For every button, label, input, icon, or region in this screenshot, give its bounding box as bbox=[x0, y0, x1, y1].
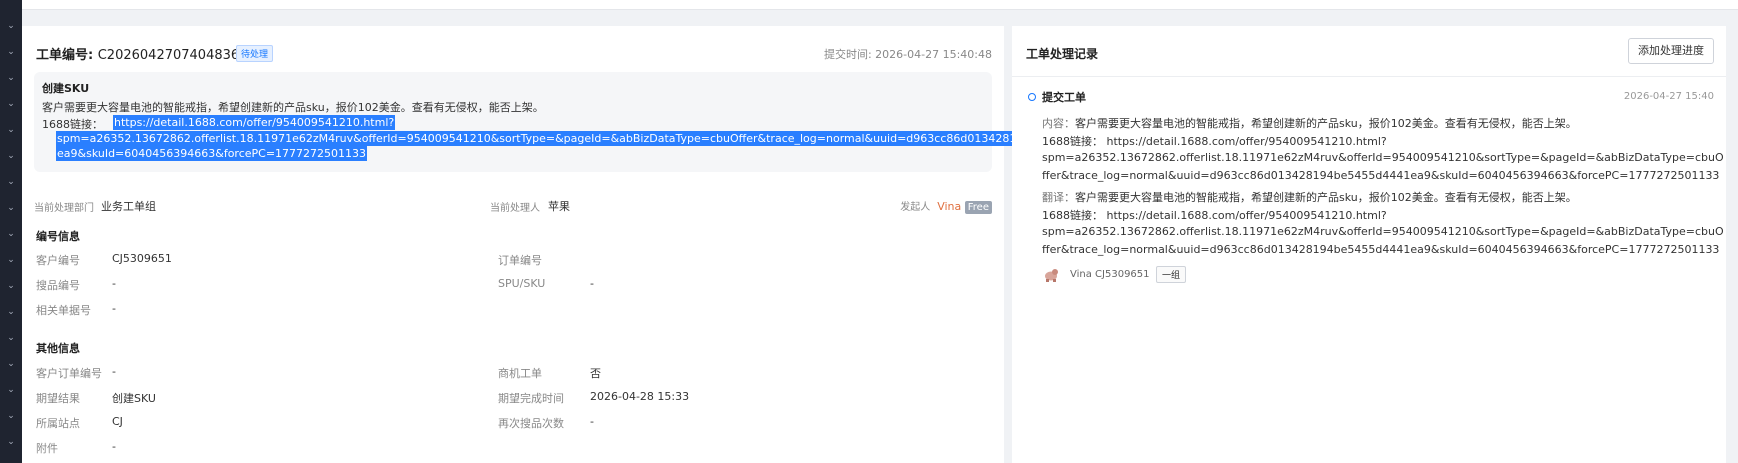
chevron-down-icon[interactable]: ⌄ bbox=[0, 203, 22, 213]
other-info-title: 其他信息 bbox=[36, 342, 80, 355]
record-name: 提交工单 bbox=[1042, 91, 1086, 104]
person-label: 当前处理人 bbox=[490, 203, 540, 214]
plan-badge: Free bbox=[964, 201, 992, 214]
product-link[interactable]: spm=a26352.13672862.offerlist.18.11971e6… bbox=[56, 131, 1109, 146]
order-no-label: 订单编号 bbox=[498, 254, 542, 267]
site-value: CJ bbox=[112, 415, 123, 428]
record-time: 2026-04-27 15:40 bbox=[1623, 91, 1714, 102]
product-link[interactable]: https://detail.1688.com/offer/9540095412… bbox=[113, 115, 396, 130]
chevron-down-icon[interactable]: ⌄ bbox=[0, 255, 22, 265]
expected-time-label: 期望完成时间 bbox=[498, 392, 564, 405]
records-title: 工单处理记录 bbox=[1026, 47, 1099, 61]
timeline-dot-icon bbox=[1028, 93, 1036, 101]
ticket-title-label: 工单编号: bbox=[36, 48, 94, 63]
expected-time-value: 2026-04-28 15:33 bbox=[590, 390, 690, 403]
chevron-down-icon[interactable]: ⌄ bbox=[0, 99, 22, 109]
record-translation-link: 1688链接： https://detail.1688.com/offer/95… bbox=[1042, 207, 1387, 223]
description-text: 客户需要更大容量电池的智能戒指，希望创建新的产品sku，报价102美金。查看有无… bbox=[42, 101, 544, 114]
chevron-down-icon[interactable]: ⌄ bbox=[0, 73, 22, 83]
expected-result-value: 创建SKU bbox=[112, 392, 156, 405]
record-user: Vina CJ5309651 bbox=[1070, 269, 1150, 280]
avatar-icon bbox=[1045, 269, 1058, 282]
translation-label: 翻译： bbox=[1042, 191, 1075, 204]
record-content: 内容：客户需要更大容量电池的智能戒指，希望创建新的产品sku，报价102美金。查… bbox=[1042, 115, 1577, 131]
group-tag: 一组 bbox=[1156, 266, 1187, 283]
translation-link[interactable]: ffer&trace_log=normal&uuid=d963cc86d0134… bbox=[1042, 243, 1719, 256]
translation-link[interactable]: https://detail.1688.com/offer/9540095412… bbox=[1107, 209, 1387, 222]
description-box: 创建SKU 客户需要更大容量电池的智能戒指，希望创建新的产品sku，报价102美… bbox=[34, 72, 1109, 172]
chevron-down-icon[interactable]: ⌄ bbox=[0, 333, 22, 343]
chevron-down-icon[interactable]: ⌄ bbox=[0, 385, 22, 395]
content-link[interactable]: ffer&trace_log=normal&uuid=d963cc86d0134… bbox=[1042, 169, 1719, 182]
ticket-title: 工单编号: C202604270740483621 bbox=[36, 44, 256, 63]
divider bbox=[1012, 76, 1726, 77]
product-no-label: 搜品编号 bbox=[36, 279, 80, 292]
number-info-title: 编号信息 bbox=[36, 230, 80, 243]
chevron-down-icon[interactable]: ⌄ bbox=[0, 411, 22, 421]
content-text: 客户需要更大容量电池的智能戒指，希望创建新的产品sku，报价102美金。查看有无… bbox=[1075, 117, 1577, 130]
chevron-down-icon[interactable]: ⌄ bbox=[0, 125, 22, 135]
spu-label: SPU/SKU bbox=[498, 277, 546, 290]
expected-result-label: 期望结果 bbox=[36, 392, 80, 405]
records-panel: 工单处理记录 添加处理进度 提交工单 2026-04-27 15:40 内容：客… bbox=[1012, 26, 1726, 463]
content-link-label: 1688链接： bbox=[1042, 135, 1103, 148]
chevron-down-icon[interactable]: ⌄ bbox=[0, 359, 22, 369]
chevron-down-icon[interactable]: ⌄ bbox=[0, 177, 22, 187]
ticket-detail-panel: 工单编号: C202604270740483621 待处理 提交时间: 2026… bbox=[22, 26, 1109, 463]
dept-value: 业务工单组 bbox=[101, 200, 156, 213]
attachment-label: 附件 bbox=[36, 442, 58, 455]
description-title: 创建SKU bbox=[42, 82, 90, 95]
page-gutter bbox=[1726, 26, 1738, 463]
site-label: 所属站点 bbox=[36, 417, 80, 430]
submit-time: 提交时间: 2026-04-27 15:40:48 bbox=[823, 48, 992, 61]
record-translation: 翻译：客户需要更大容量电池的智能戒指，希望创建新的产品sku，报价102美金。查… bbox=[1042, 189, 1577, 205]
chevron-down-icon[interactable]: ⌄ bbox=[0, 281, 22, 291]
related-value: - bbox=[112, 302, 116, 315]
content-link[interactable]: https://detail.1688.com/offer/9540095412… bbox=[1107, 135, 1387, 148]
biz-ticket-value: 否 bbox=[590, 367, 601, 380]
content-label: 内容： bbox=[1042, 117, 1075, 130]
top-bar bbox=[22, 0, 1738, 10]
biz-ticket-label: 商机工单 bbox=[498, 367, 542, 380]
chevron-down-icon[interactable]: ⌄ bbox=[0, 151, 22, 161]
related-label: 相关单据号 bbox=[36, 304, 91, 317]
ticket-id: C202604270740483621 bbox=[97, 48, 256, 63]
customer-no-label: 客户编号 bbox=[36, 254, 80, 267]
initiator: 发起人 Vina Free bbox=[900, 198, 992, 214]
content-link[interactable]: spm=a26352.13672862.offerlist.18.11971e6… bbox=[1042, 151, 1724, 164]
research-value: - bbox=[590, 415, 594, 428]
cust-order-label: 客户订单编号 bbox=[36, 367, 102, 380]
research-label: 再次搜品次数 bbox=[498, 417, 564, 430]
initiator-label: 发起人 bbox=[900, 202, 931, 213]
cust-order-value: - bbox=[112, 365, 116, 378]
translation-link[interactable]: spm=a26352.13672862.offerlist.18.11971e6… bbox=[1042, 225, 1724, 238]
chevron-down-icon[interactable]: ⌄ bbox=[0, 307, 22, 317]
chevron-down-icon[interactable]: ⌄ bbox=[0, 229, 22, 239]
initiator-name: Vina bbox=[937, 200, 962, 213]
add-progress-button[interactable]: 添加处理进度 bbox=[1628, 38, 1714, 64]
dept-label: 当前处理部门 bbox=[34, 203, 94, 214]
attachment-value: - bbox=[112, 440, 116, 453]
record-content-link: 1688链接： https://detail.1688.com/offer/95… bbox=[1042, 133, 1387, 149]
chevron-down-icon[interactable]: ⌄ bbox=[0, 437, 22, 447]
product-link[interactable]: ea9&skuId=6040456394663&forcePC=17772725… bbox=[56, 146, 368, 161]
customer-no-value: CJ5309651 bbox=[112, 252, 172, 265]
chevron-down-icon[interactable]: ⌄ bbox=[0, 47, 22, 57]
status-badge: 待处理 bbox=[236, 45, 274, 62]
person-value: 苹果 bbox=[548, 200, 570, 213]
product-no-value: - bbox=[112, 277, 116, 290]
left-nav-rail: ⌄ ⌄ ⌄ ⌄ ⌄ ⌄ ⌄ ⌄ ⌄ ⌄ ⌄ ⌄ ⌄ ⌄ ⌄ ⌄ ⌄ bbox=[0, 0, 22, 463]
chevron-down-icon[interactable]: ⌄ bbox=[0, 21, 22, 31]
translation-link-label: 1688链接： bbox=[1042, 209, 1103, 222]
link-label: 1688链接： bbox=[42, 118, 103, 131]
translation-text: 客户需要更大容量电池的智能戒指，希望创建新的产品sku，报价102美金。查看有无… bbox=[1075, 191, 1577, 204]
spu-value: - bbox=[590, 277, 594, 290]
